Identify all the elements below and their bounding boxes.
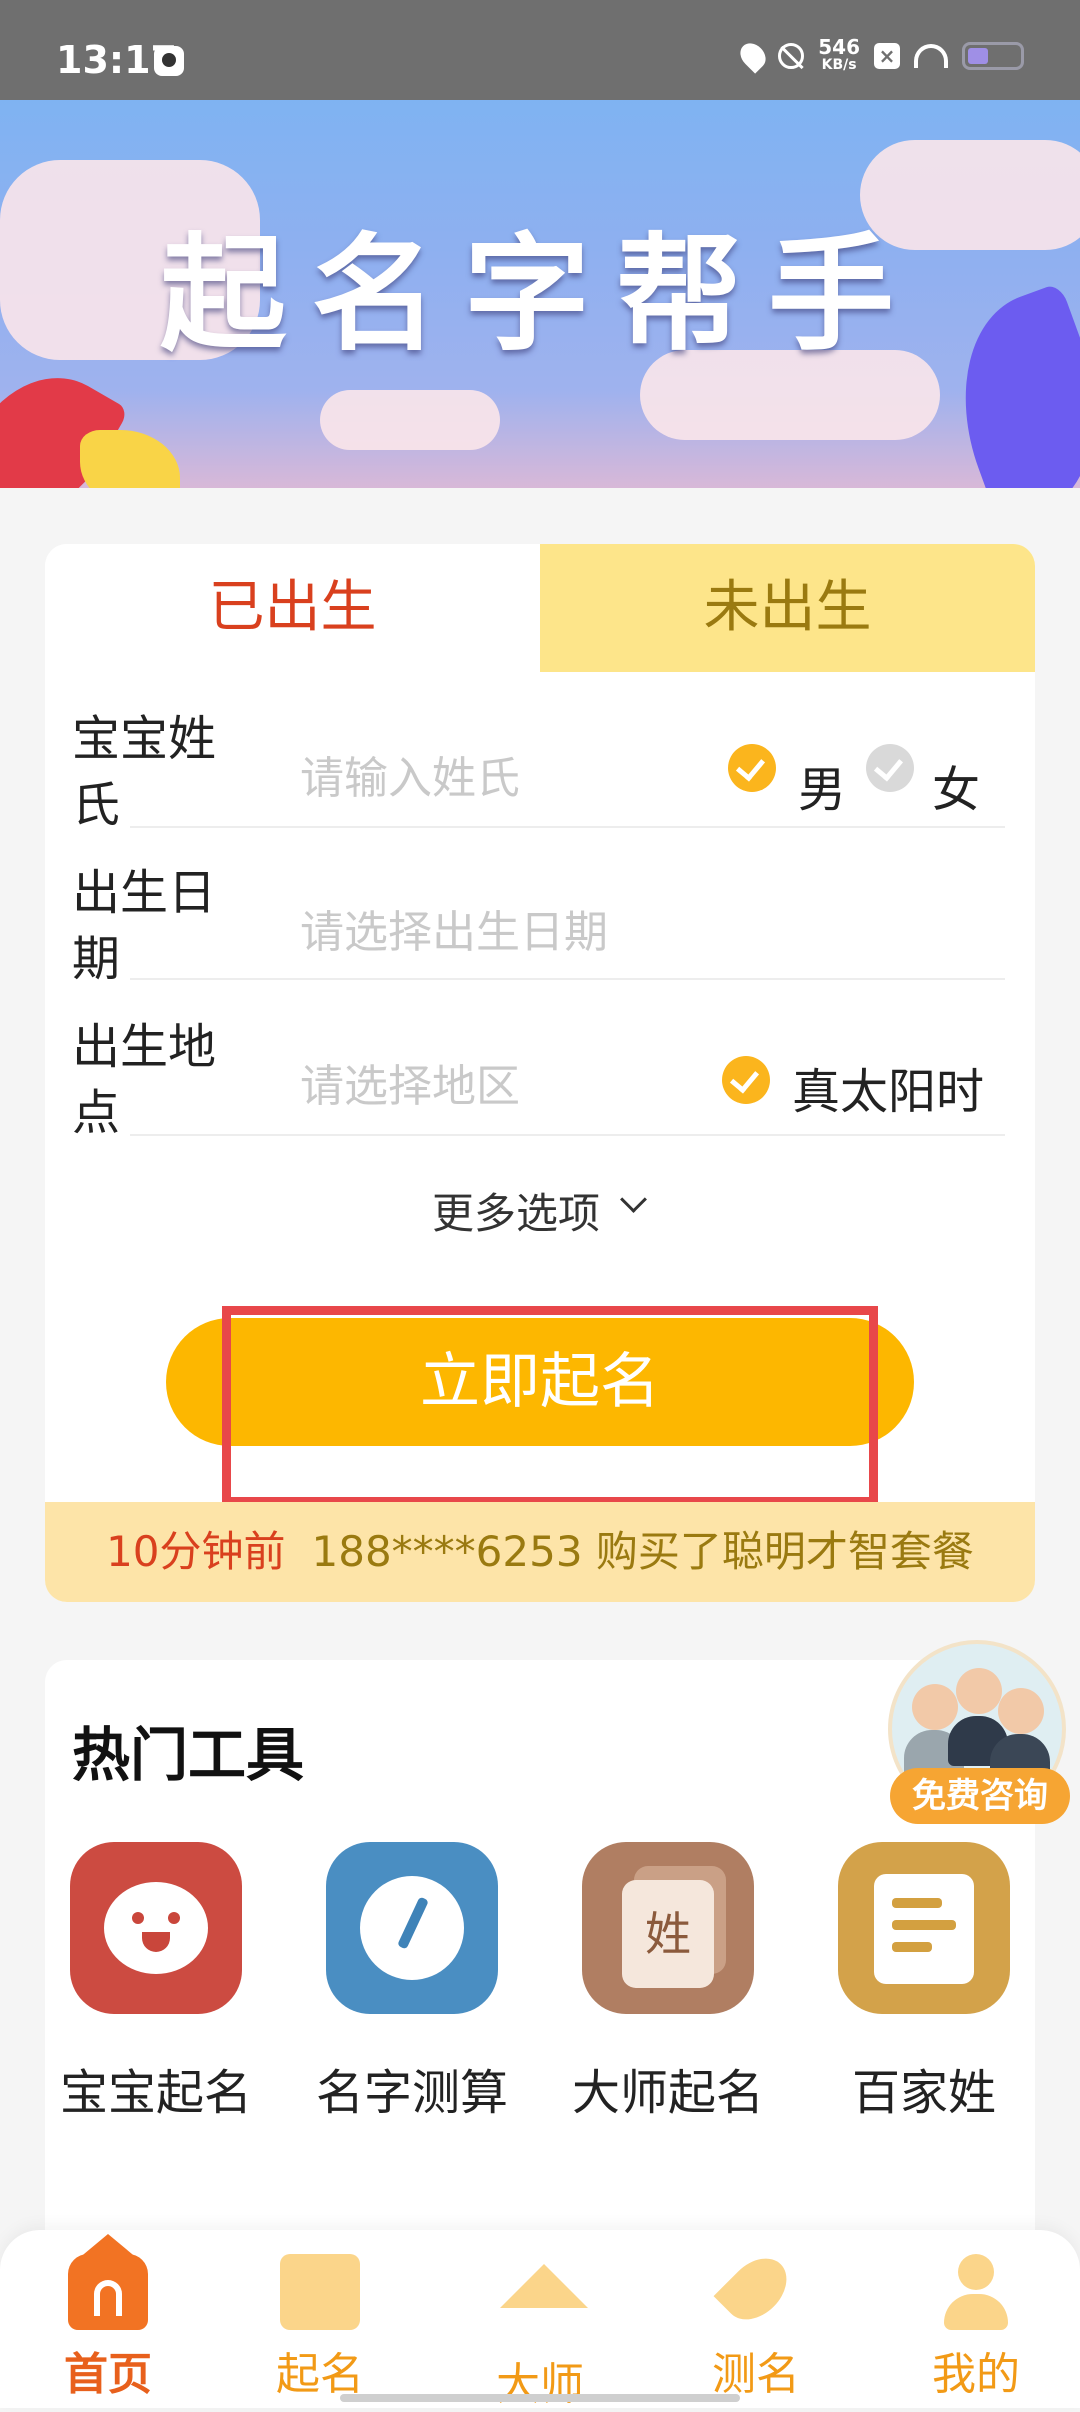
divider (130, 1134, 1005, 1136)
birth-date-label: 出生日期 (72, 865, 217, 987)
nav-naming[interactable]: 起名 (212, 2254, 428, 2402)
tool-surnames-label[interactable]: 百家姓 (814, 2056, 1034, 2130)
book-icon (874, 1874, 974, 1984)
true-solar-time-checkbox[interactable] (722, 1056, 770, 1104)
mute-icon (778, 43, 805, 69)
baby-face-icon (104, 1882, 208, 1974)
tool-surnames[interactable] (838, 1842, 1010, 2014)
battery-icon (962, 42, 1024, 70)
tool-master-naming[interactable]: 姓 (582, 1842, 754, 2014)
tab-born[interactable]: 已出生 (45, 544, 540, 672)
purchase-ticker: 10分钟前 188****6253 购买了聪明才智套餐 (45, 1502, 1035, 1602)
banner-title: 起名字帮手 (160, 220, 920, 368)
hot-tools-title: 热门工具 (72, 1721, 305, 1789)
tool-name-analysis[interactable] (326, 1842, 498, 2014)
tool-baby-naming-label[interactable]: 宝宝起名 (46, 2056, 266, 2130)
divider (130, 978, 1005, 980)
nav-profile[interactable]: 我的 (868, 2254, 1080, 2402)
surname-input[interactable]: 请输入姓氏 (300, 742, 520, 806)
location-icon (735, 38, 771, 74)
divider (130, 826, 1005, 828)
status-bar: 13:17 546 KB/s × (0, 0, 1080, 100)
app-notification-icon (154, 46, 184, 76)
home-icon (68, 2234, 148, 2330)
gender-male-checkbox[interactable] (728, 744, 776, 792)
tool-name-analysis-label[interactable]: 名字测算 (302, 2056, 522, 2130)
birth-date-picker[interactable]: 请选择出生日期 (300, 896, 608, 960)
network-speed: 546 KB/s (818, 35, 860, 73)
birth-place-label: 出生地点 (72, 1019, 217, 1141)
tool-master-naming-label[interactable]: 大师起名 (558, 2056, 778, 2130)
home-indicator (340, 2394, 740, 2402)
status-icons: 546 KB/s × (735, 35, 1024, 74)
nav-profile-label: 我的 (932, 2349, 1020, 2400)
nav-master-label: 大师 (496, 2359, 584, 2410)
gender-female-label[interactable]: 女 (932, 750, 980, 820)
more-options-toggle[interactable]: 更多选项 (432, 1180, 600, 1241)
compass-dial-icon (360, 1876, 464, 1980)
master-hat-icon (500, 2264, 588, 2308)
nav-home[interactable]: 首页 (0, 2234, 216, 2402)
true-solar-time-label[interactable]: 真太阳时 (792, 1052, 984, 1122)
naming-icon (280, 2254, 360, 2330)
nav-master[interactable]: 大师 (432, 2254, 648, 2412)
tab-unborn[interactable]: 未出生 (540, 544, 1035, 672)
gender-female-checkbox[interactable] (866, 744, 914, 792)
profile-icon (936, 2254, 1016, 2330)
nav-home-label: 首页 (64, 2349, 152, 2400)
ticker-time: 10分钟前 (106, 1527, 286, 1576)
ticker-message: 188****6253 购买了聪明才智套餐 (311, 1527, 974, 1576)
nav-naming-label: 起名 (276, 2349, 364, 2400)
highlight-box (222, 1306, 878, 1506)
gender-male-label[interactable]: 男 (798, 750, 846, 820)
header-banner: 起名字帮手 (0, 100, 1080, 488)
surname-label: 宝宝姓氏 (72, 711, 217, 833)
birth-place-picker[interactable]: 请选择地区 (300, 1050, 520, 1114)
rocket-icon (713, 2246, 799, 2332)
wifi-icon (914, 44, 948, 68)
surname-card-icon: 姓 (622, 1880, 714, 1988)
nav-name-test[interactable]: 测名 (648, 2246, 864, 2402)
close-box-icon: × (874, 43, 900, 69)
nav-name-test-label: 测名 (712, 2349, 800, 2400)
tool-baby-naming[interactable] (70, 1842, 242, 2014)
free-consult-label[interactable]: 免费咨询 (890, 1768, 1070, 1824)
